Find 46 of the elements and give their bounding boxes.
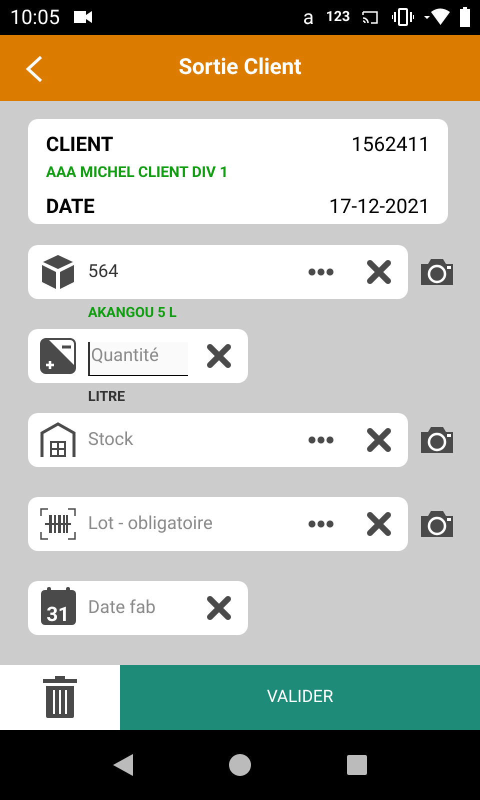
plus-minus-icon [40, 338, 76, 374]
clear-icon[interactable] [366, 510, 392, 537]
date-value: 17-12-2021 [329, 193, 430, 220]
back-button[interactable] [24, 54, 44, 83]
vibrate-icon [392, 8, 414, 26]
back-icon [24, 54, 44, 83]
client-name: AAA MICHEL CLIENT DIV 1 [46, 162, 230, 183]
field-card[interactable]: Stock [28, 412, 408, 467]
video-camera-icon [74, 11, 92, 24]
field-card[interactable]: Quantité [28, 328, 248, 383]
field-caption: LITRE [88, 388, 125, 408]
clock: 10:05 [10, 4, 60, 32]
battery-icon [460, 7, 470, 28]
delete-button[interactable] [0, 664, 120, 730]
camera-icon[interactable] [419, 258, 455, 286]
more-icon[interactable] [308, 520, 334, 528]
cast-icon [362, 10, 378, 24]
field-card[interactable]: 31 Date fab [28, 580, 248, 635]
cube-icon [41, 254, 75, 290]
input-field[interactable]: Quantité [88, 342, 188, 376]
field-caption: AKANGOU 5 L [88, 304, 177, 324]
status-indicator: 123 [326, 8, 350, 27]
client-number: 1562411 [351, 130, 430, 158]
home-nav-icon[interactable] [229, 754, 251, 776]
camera-icon[interactable] [419, 426, 455, 454]
more-icon[interactable] [308, 436, 334, 444]
clear-icon[interactable] [206, 342, 232, 369]
barcode-scan-icon [40, 508, 76, 540]
validate-button[interactable]: VALIDER [120, 664, 480, 730]
camera-icon[interactable] [419, 510, 455, 538]
clear-icon[interactable] [366, 258, 392, 285]
field-card[interactable]: Lot - obligatoire [28, 496, 408, 551]
trash-icon [43, 676, 77, 718]
field-card[interactable]: 564 [28, 244, 408, 299]
client-label: CLIENT [46, 130, 114, 158]
more-icon[interactable] [308, 268, 334, 276]
screen-title: Sortie Client [178, 54, 302, 82]
warehouse-icon [40, 422, 76, 458]
calendar-icon: 31 [40, 590, 76, 626]
date-label: DATE [46, 193, 95, 220]
recents-nav-icon[interactable] [347, 755, 367, 776]
clear-icon[interactable] [206, 594, 232, 621]
clear-icon[interactable] [366, 426, 392, 453]
status-indicator: a [303, 4, 314, 32]
wifi-icon [424, 8, 450, 26]
back-nav-icon[interactable] [113, 754, 133, 776]
